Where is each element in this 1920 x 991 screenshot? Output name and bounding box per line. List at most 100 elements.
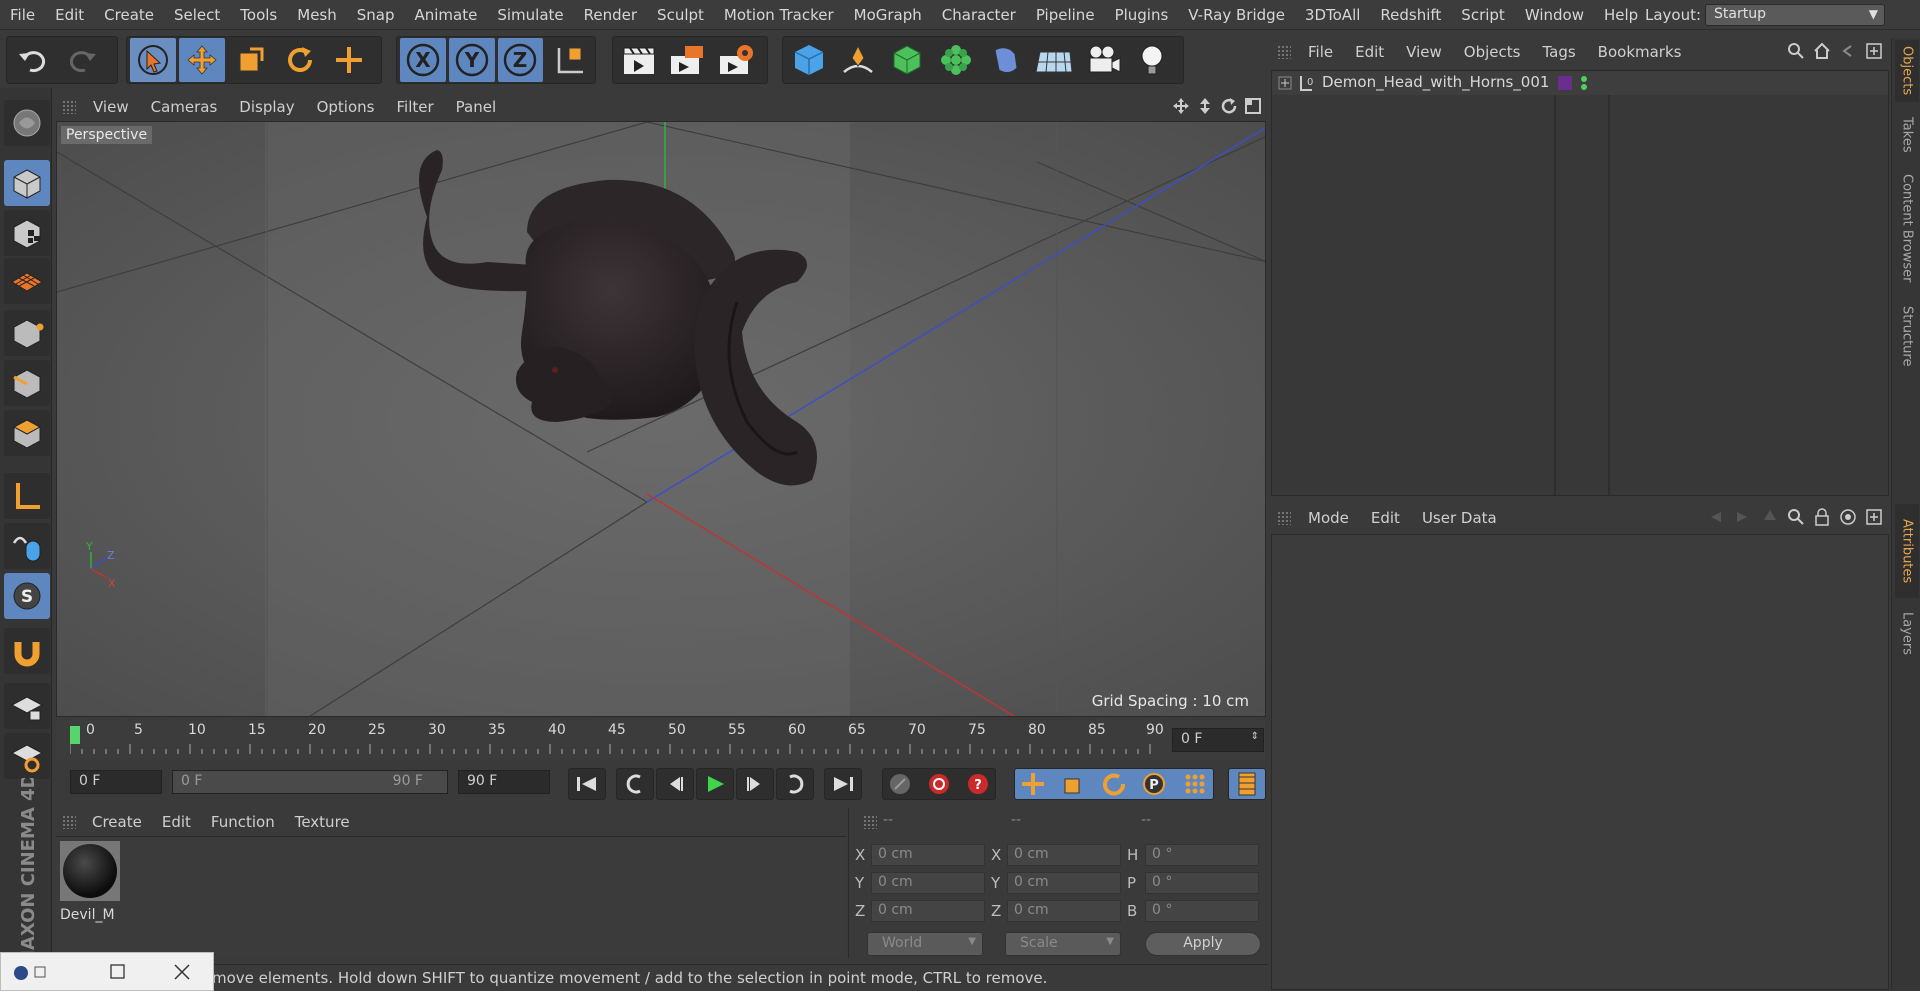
key-position-icon[interactable] [1020,771,1046,797]
target-icon[interactable] [1839,508,1857,526]
attributes-menu-user-data[interactable]: User Data [1411,509,1508,527]
redo-button[interactable] [59,38,105,82]
start-frame-field[interactable]: 0 F [70,770,162,794]
attributes-menu-mode[interactable]: Mode [1297,509,1360,527]
key-pla-icon[interactable] [1182,771,1208,797]
frame-range-slider[interactable]: 0 F 90 F [172,770,448,794]
rot-p-field[interactable]: 0 ° [1145,872,1259,894]
x-axis-button[interactable]: X [400,38,446,82]
viewport-menu-display[interactable]: Display [228,98,305,116]
size-z-field[interactable]: 0 cm [1007,900,1121,922]
menu-create[interactable]: Create [94,6,164,24]
layout-select[interactable]: Startup ▼ [1705,4,1885,26]
menu-render[interactable]: Render [574,6,647,24]
tab-attributes[interactable]: Attributes [1895,504,1919,598]
material-menu-edit[interactable]: Edit [152,813,201,831]
menu-simulate[interactable]: Simulate [487,6,573,24]
points-mode-button[interactable] [4,310,50,356]
record-disabled-icon[interactable] [887,771,913,797]
cloner-button[interactable] [933,38,979,82]
up-arrow-icon[interactable] [1761,508,1779,526]
edges-mode-button[interactable] [4,360,50,406]
live-select-button[interactable] [326,38,372,82]
move-tool-button[interactable] [179,38,225,82]
size-y-field[interactable]: 0 cm [1007,872,1121,894]
objects-menu-objects[interactable]: Objects [1453,43,1532,61]
next-frame-button[interactable] [736,768,774,800]
pos-y-field[interactable]: 0 cm [871,872,985,894]
go-to-start-button[interactable] [568,768,606,800]
viewport-menu-filter[interactable]: Filter [385,98,444,116]
light-button[interactable] [1129,38,1175,82]
zoom-view-icon[interactable] [1196,97,1214,115]
rotate-tool-button[interactable] [277,38,323,82]
viewport-menu-options[interactable]: Options [306,98,386,116]
timeline-ruler[interactable]: 0 5 10 15 20 25 30 35 40 45 50 55 60 65 … [56,720,1266,760]
size-x-field[interactable]: 0 cm [1007,844,1121,866]
key-parameter-icon[interactable]: P [1141,771,1167,797]
menu-plugins[interactable]: Plugins [1105,6,1179,24]
menu-redshift[interactable]: Redshift [1370,6,1451,24]
menu-tools[interactable]: Tools [230,6,287,24]
menu-window[interactable]: Window [1515,6,1594,24]
make-editable-button[interactable] [4,100,50,146]
select-tool-button[interactable] [130,38,176,82]
close-icon[interactable] [173,963,191,981]
perspective-viewport[interactable]: Y Z X Perspective Grid Spacing : 10 cm [56,121,1266,717]
snap-button[interactable] [4,628,50,674]
menu-pipeline[interactable]: Pipeline [1026,6,1105,24]
menu-help[interactable]: Help [1594,6,1648,24]
menu-script[interactable]: Script [1451,6,1515,24]
maximize-icon[interactable] [109,963,127,981]
subdivision-button[interactable] [884,38,930,82]
back-icon[interactable] [1839,42,1857,60]
material-swatch[interactable]: Devil_M [60,841,120,925]
viewport-menu-panel[interactable]: Panel [445,98,507,116]
tab-content-browser[interactable]: Content Browser [1895,168,1919,288]
render-settings-button[interactable] [714,38,760,82]
menu-mesh[interactable]: Mesh [287,6,347,24]
tab-takes[interactable]: Takes [1895,110,1919,160]
menu-edit[interactable]: Edit [45,6,94,24]
menu-animate[interactable]: Animate [405,6,488,24]
cube-object-button[interactable] [786,38,832,82]
maximize-view-icon[interactable] [1244,97,1262,115]
coordinate-system-button[interactable] [546,38,592,82]
pos-x-field[interactable]: 0 cm [871,844,985,866]
new-panel-icon[interactable] [1865,508,1883,526]
objects-menu-edit[interactable]: Edit [1344,43,1395,61]
apply-button[interactable]: Apply [1145,932,1261,956]
menu-file[interactable]: File [0,6,45,24]
menu-3dtoall[interactable]: 3DToAll [1295,6,1370,24]
lock-workplane-button[interactable] [4,683,50,729]
expand-plus-icon[interactable] [1278,76,1292,90]
solo-button[interactable]: S [4,573,50,619]
menu-mograph[interactable]: MoGraph [844,6,932,24]
planar-workplane-button[interactable] [4,733,50,779]
camera-button[interactable] [1080,38,1126,82]
menu-select[interactable]: Select [164,6,230,24]
key-scale-icon[interactable] [1061,771,1087,797]
visibility-dots-icon[interactable] [1580,74,1588,92]
autokey-icon[interactable] [926,771,952,797]
rot-b-field[interactable]: 0 ° [1145,900,1259,922]
scale-tool-button[interactable] [228,38,274,82]
workplane-mode-button[interactable] [4,258,50,304]
undo-button[interactable] [10,38,56,82]
menu-sculpt[interactable]: Sculpt [647,6,714,24]
tab-objects[interactable]: Objects [1895,40,1919,102]
menu-motion-tracker[interactable]: Motion Tracker [714,6,844,24]
previous-key-button[interactable] [616,768,654,800]
z-axis-button[interactable]: Z [497,38,544,82]
new-panel-icon[interactable] [1865,42,1883,60]
key-rotation-icon[interactable] [1101,771,1127,797]
floor-button[interactable] [1031,38,1077,82]
menu-character[interactable]: Character [932,6,1026,24]
next-key-button[interactable] [776,768,814,800]
deformer-button[interactable] [982,38,1028,82]
material-menu-create[interactable]: Create [82,813,152,831]
viewport-menu-view[interactable]: View [82,98,140,116]
viewport-menu-cameras[interactable]: Cameras [140,98,229,116]
history-arrows-icon[interactable] [1705,508,1753,526]
coordinate-mode-dropdown[interactable]: World ▼ [867,932,983,956]
